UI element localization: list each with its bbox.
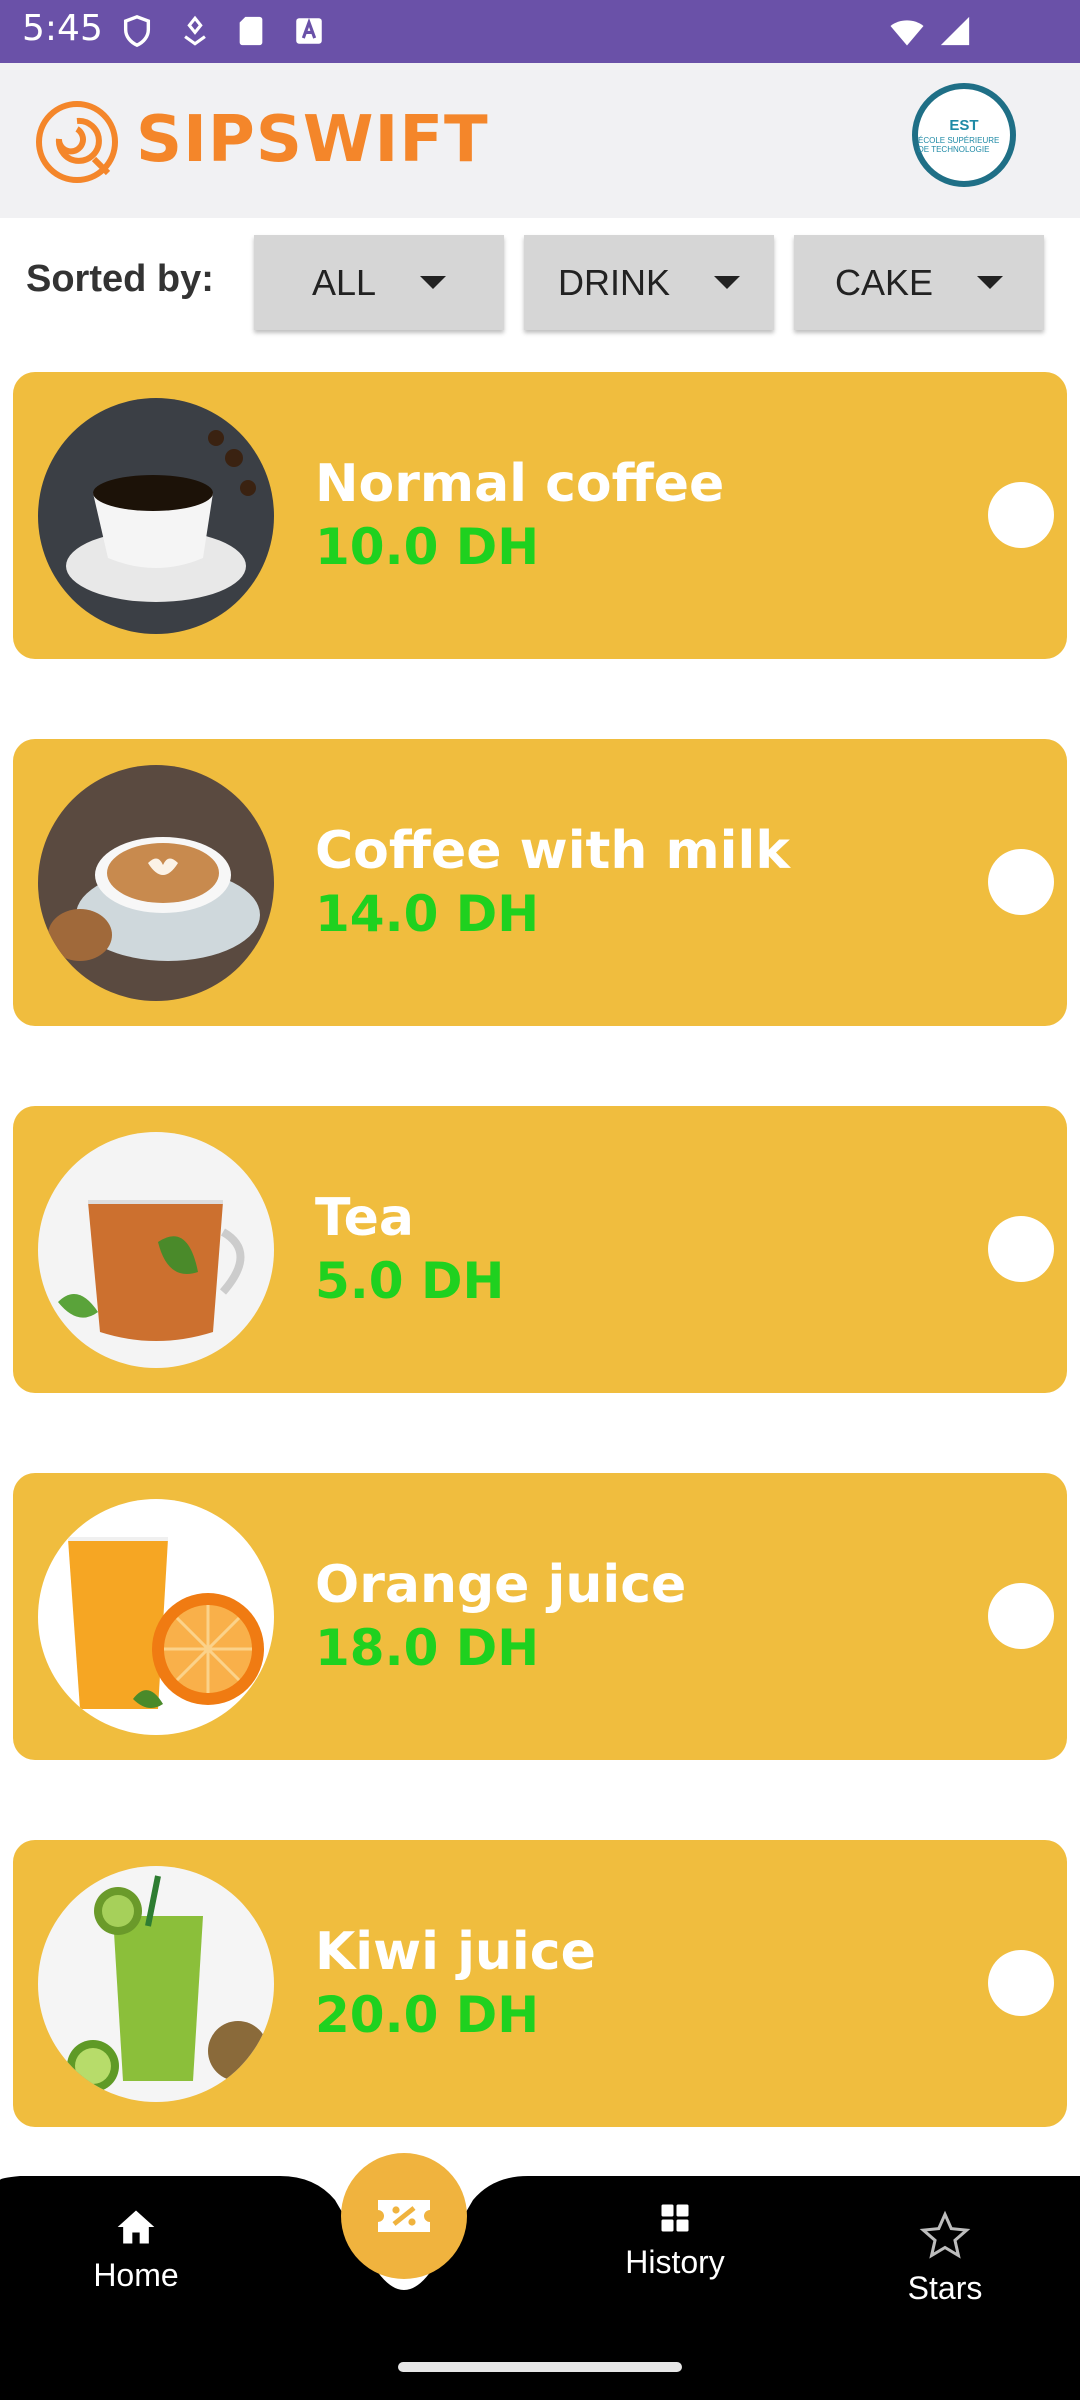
school-logo-text: EST [949, 116, 979, 134]
select-radio[interactable] [988, 1583, 1054, 1649]
select-radio[interactable] [988, 482, 1054, 548]
data-saver-icon [184, 15, 206, 46]
wifi-icon [890, 20, 924, 46]
item-name: Orange juice [315, 1555, 687, 1615]
item-name: Normal coffee [315, 454, 725, 514]
discount-fab-button[interactable] [341, 2153, 467, 2279]
nav-history-label: History [625, 2244, 725, 2280]
item-price: 14.0 DH [315, 885, 540, 943]
nav-history[interactable]: History [575, 2200, 775, 2281]
sorted-by-label: Sorted by: [26, 258, 214, 300]
status-bar: 5:45 [0, 0, 1080, 63]
chevron-down-icon [714, 276, 740, 289]
filter-drink-label: DRINK [557, 261, 670, 303]
select-radio[interactable] [988, 1950, 1054, 2016]
item-price: 10.0 DH [315, 518, 540, 576]
nav-stars[interactable]: Stars [845, 2210, 1045, 2307]
item-price: 5.0 DH [315, 1252, 505, 1310]
menu-item-card[interactable]: Kiwi juice 20.0 DH [13, 1840, 1067, 2127]
school-logo[interactable]: EST ÉCOLE SUPÉRIEURE DE TECHNOLOGIE [912, 83, 1016, 187]
nav-stars-label: Stars [907, 2270, 983, 2306]
filter-cake-label: CAKE [834, 261, 934, 303]
item-name: Kiwi juice [315, 1922, 596, 1982]
menu-item-card[interactable]: Tea 5.0 DH [13, 1106, 1067, 1393]
select-radio[interactable] [988, 849, 1054, 915]
chevron-down-icon [420, 276, 447, 289]
star-icon [919, 2210, 971, 2259]
shield-icon [123, 15, 151, 48]
school-logo-subtext: ÉCOLE SUPÉRIEURE DE TECHNOLOGIE [918, 135, 1000, 154]
cell-signal-icon [940, 16, 970, 46]
chevron-down-icon [977, 276, 1004, 289]
item-name: Coffee with milk [315, 821, 790, 881]
select-radio[interactable] [988, 1216, 1054, 1282]
filter-all-dropdown[interactable]: ALL [254, 235, 504, 330]
sd-card-icon [239, 16, 263, 46]
discount-ticket-icon [378, 2200, 430, 2232]
status-time: 5:45 [22, 8, 103, 49]
coffee-cup-image [38, 398, 274, 634]
filter-all-label: ALL [311, 261, 377, 303]
item-name: Tea [315, 1188, 414, 1248]
kiwi-juice-image [38, 1866, 274, 2102]
app-header: SIPSWIFT EST ÉCOLE SUPÉRIEURE DE TECHNOL… [0, 63, 1080, 218]
orange-juice-image [38, 1499, 274, 1735]
menu-item-card[interactable]: Normal coffee 10.0 DH [13, 372, 1067, 659]
font-a-icon [296, 17, 322, 44]
tea-glass-image [38, 1132, 274, 1368]
home-indicator[interactable] [398, 2362, 682, 2372]
nav-home-label: Home [93, 2257, 179, 2293]
nav-home[interactable]: Home [36, 2205, 236, 2294]
sipswift-logo-icon [36, 101, 118, 183]
menu-item-card[interactable]: Orange juice 18.0 DH [13, 1473, 1067, 1760]
filter-drink-dropdown[interactable]: DRINK [524, 235, 774, 330]
item-price: 18.0 DH [315, 1619, 540, 1677]
home-icon [117, 2210, 155, 2244]
menu-item-card[interactable]: Coffee with milk 14.0 DH [13, 739, 1067, 1026]
item-price: 20.0 DH [315, 1986, 540, 2044]
filter-cake-dropdown[interactable]: CAKE [794, 235, 1044, 330]
latte-image [38, 765, 274, 1001]
brand-title: SIPSWIFT [136, 103, 489, 177]
grid-icon [661, 2204, 689, 2232]
